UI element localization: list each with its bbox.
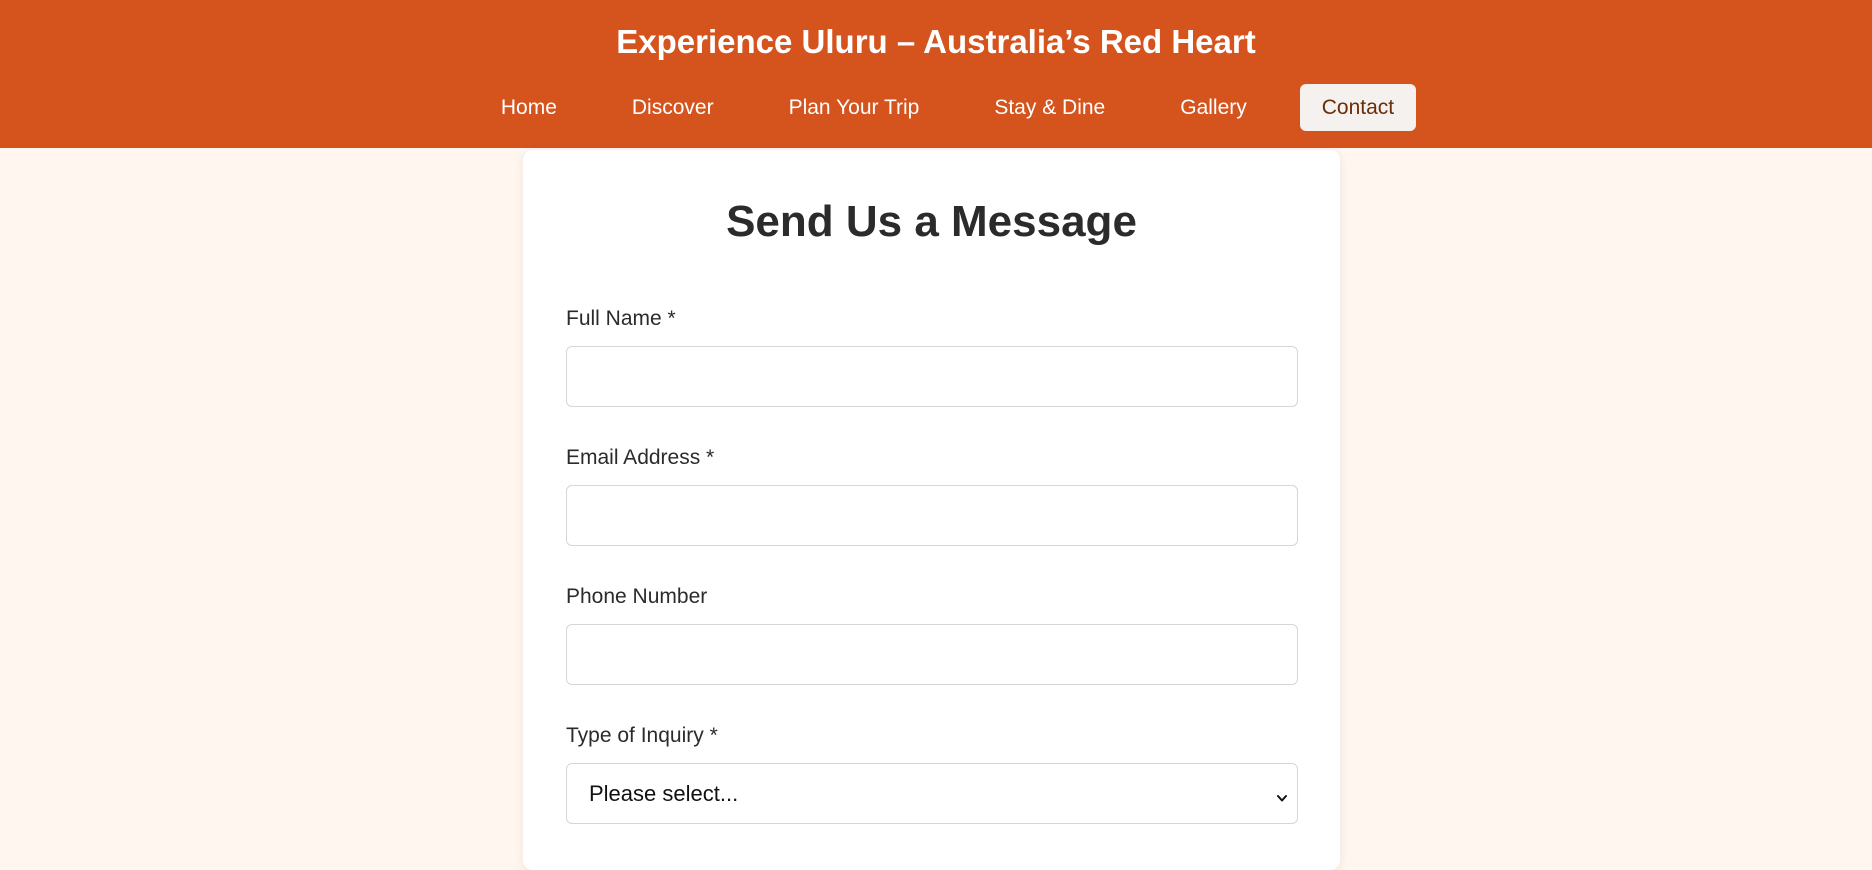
inquiry-type-selected-value: Please select... <box>589 780 739 806</box>
nav-gallery[interactable]: Gallery <box>1158 84 1269 131</box>
nav-discover[interactable]: Discover <box>610 84 736 131</box>
site-header: Experience Uluru – Australia’s Red Heart… <box>0 0 1872 148</box>
phone-input[interactable] <box>566 624 1298 685</box>
main-nav: Home Discover Plan Your Trip Stay & Dine… <box>0 84 1872 131</box>
chevron-down-icon <box>1275 787 1289 801</box>
full-name-input[interactable] <box>566 346 1298 407</box>
email-input[interactable] <box>566 485 1298 546</box>
site-title: Experience Uluru – Australia’s Red Heart <box>616 23 1256 60</box>
inquiry-type-select[interactable]: Please select... <box>566 763 1298 824</box>
nav-contact[interactable]: Contact <box>1299 84 1417 131</box>
full-name-label: Full Name * <box>566 307 676 330</box>
contact-form-card: Send Us a Message Full Name * Email Addr… <box>523 150 1340 870</box>
nav-plan-your-trip[interactable]: Plan Your Trip <box>767 84 942 131</box>
nav-home[interactable]: Home <box>479 84 579 131</box>
form-title: Send Us a Message <box>726 197 1137 246</box>
phone-label: Phone Number <box>566 585 708 608</box>
nav-stay-and-dine[interactable]: Stay & Dine <box>972 84 1127 131</box>
email-label: Email Address * <box>566 446 715 469</box>
inquiry-type-label: Type of Inquiry * <box>566 724 718 747</box>
